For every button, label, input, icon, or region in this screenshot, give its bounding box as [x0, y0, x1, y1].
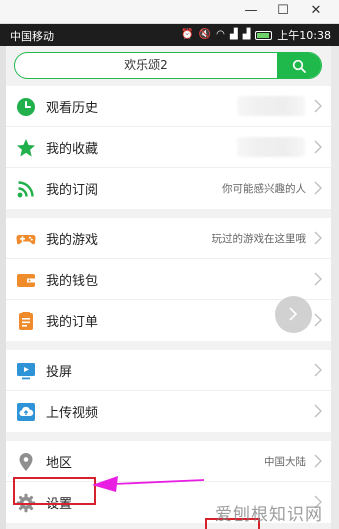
rss-icon	[17, 181, 34, 198]
maximize-button[interactable]: ☐	[272, 2, 294, 20]
menu-item-label: 我的订阅	[46, 183, 99, 198]
menu-item-label: 地区	[46, 455, 73, 471]
menu-item-hint: 玩过的游戏在这里哦	[211, 232, 307, 245]
chevron-right-icon	[314, 99, 322, 113]
location-pin-icon	[19, 453, 33, 471]
search-button[interactable]	[277, 53, 321, 78]
menu-item-upload[interactable]: 上传视频	[6, 391, 331, 432]
menu-item-cast[interactable]: 投屏	[6, 350, 331, 391]
window-titlebar: — ☐ ✕	[0, 0, 339, 24]
chevron-right-icon	[314, 231, 322, 245]
menu-item-history[interactable]: 观看历史	[6, 86, 331, 127]
chevron-right-icon	[314, 404, 322, 418]
menu-item-label: 投屏	[46, 364, 73, 380]
menu-item-label: 观看历史	[46, 100, 99, 116]
chevron-right-icon	[314, 454, 322, 468]
menu-item-label: 上传视频	[46, 406, 99, 421]
signal-icon: ▟	[229, 29, 238, 40]
blurred-content	[237, 137, 305, 157]
menu-item-label: 我的钱包	[46, 273, 99, 289]
menu-item-label: 我的订单	[46, 315, 99, 330]
menu-item-favorites[interactable]: 我的收藏	[6, 127, 331, 168]
menu-item-games[interactable]: 我的游戏 玩过的游戏在这里哦	[6, 218, 331, 259]
menu-item-hint: 你可能感兴趣的人	[222, 183, 306, 195]
gamepad-icon	[16, 235, 36, 245]
search-value: 欢乐颂2	[124, 58, 168, 72]
watermark: 爱刨根知识网	[215, 505, 323, 525]
settings-highlight-box	[13, 477, 96, 505]
star-icon	[17, 139, 35, 157]
order-list-icon	[19, 312, 33, 330]
signal-icon-2: ▟	[242, 29, 251, 40]
mute-icon: 🔇	[198, 29, 212, 40]
status-time: 上午10:38	[277, 29, 331, 42]
menu-item-wallet[interactable]: 我的钱包	[6, 259, 331, 300]
pointer-arrow-icon	[92, 476, 204, 492]
minimize-button[interactable]: —	[240, 2, 262, 20]
wallet-icon	[17, 274, 35, 287]
close-button[interactable]: ✕	[305, 2, 327, 20]
battery-icon	[255, 30, 273, 40]
cloud-upload-icon	[17, 403, 35, 421]
menu-item-label: 我的收藏	[46, 141, 99, 157]
chevron-right-icon	[314, 272, 322, 286]
search-area: 欢乐颂2	[6, 46, 331, 86]
clock-icon	[17, 98, 35, 116]
status-bar: 中国移动 ⏰ 🔇 ◠ ▟ ▟ 上午10:38	[0, 24, 339, 46]
menu-item-subscriptions[interactable]: 我的订阅 你可能感兴趣的人	[6, 168, 331, 209]
floating-assist-button[interactable]	[275, 296, 312, 333]
search-input[interactable]: 欢乐颂2	[14, 52, 322, 79]
chevron-right-icon	[314, 181, 322, 195]
chevron-right-icon	[314, 313, 322, 327]
menu-item-label: 我的游戏	[46, 232, 99, 248]
menu-item-hint: 中国大陆	[264, 455, 306, 468]
blurred-content	[237, 96, 305, 116]
carrier-label: 中国移动	[10, 30, 54, 43]
search-icon	[292, 59, 306, 73]
chevron-right-icon	[289, 307, 298, 321]
screen-cast-icon	[17, 363, 35, 380]
menu-group-3: 投屏 上传视频	[6, 350, 331, 432]
menu-group-1: 观看历史 我的收藏 我的订阅 你可能感兴趣的人	[6, 86, 331, 209]
chevron-right-icon	[314, 140, 322, 154]
wifi-icon: ◠	[216, 29, 225, 40]
chevron-right-icon	[314, 363, 322, 377]
alarm-icon: ⏰	[181, 29, 194, 40]
